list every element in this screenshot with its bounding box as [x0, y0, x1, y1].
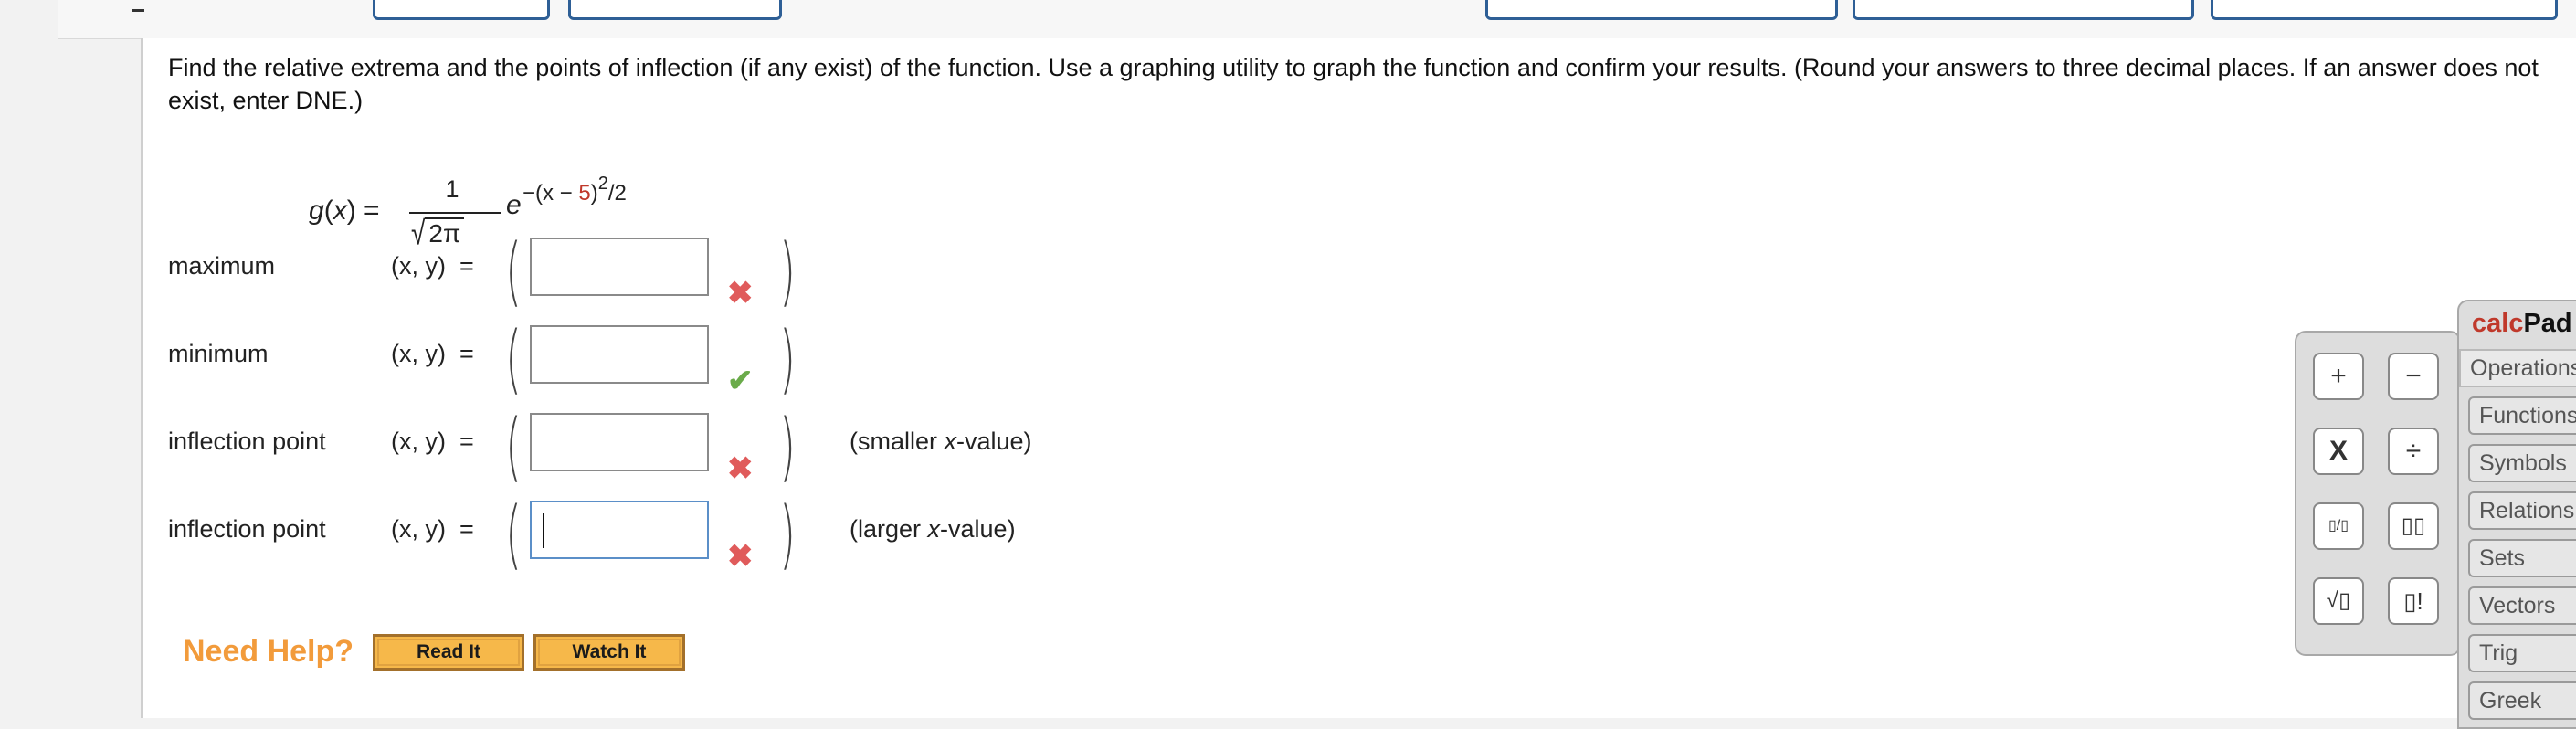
question-panel: Find the relative extrema and the points…	[141, 38, 2576, 718]
tab-vectors[interactable]: Vectors	[2468, 586, 2576, 625]
left-paren: (	[505, 316, 522, 403]
exponent-shift: 5	[578, 181, 591, 206]
text-caret	[543, 513, 544, 548]
exponential-base: e	[506, 190, 522, 220]
tab-symbols[interactable]: Symbols	[2468, 444, 2576, 482]
calcpad-title-calc: calc	[2472, 309, 2524, 338]
tab-trig[interactable]: Trig	[2468, 634, 2576, 672]
equals-sign: =	[459, 340, 474, 367]
answer-row-maximum: maximum (x, y) = ( ✖ )	[143, 228, 1421, 315]
xy-text: (x, y)	[391, 252, 446, 280]
tab-relations[interactable]: Relations	[2468, 491, 2576, 530]
read-it-button[interactable]: Read It	[373, 634, 524, 671]
equals-sign: =	[459, 252, 474, 280]
exponent-prefix: −(x −	[523, 181, 579, 206]
watch-it-button[interactable]: Watch It	[533, 634, 685, 671]
left-paren: (	[505, 491, 522, 578]
toolbar-button[interactable]	[568, 0, 782, 20]
exponent-close: )	[590, 181, 598, 206]
note-variable: x	[944, 428, 957, 455]
row-label: maximum	[168, 252, 276, 280]
equals-sign: =	[364, 195, 380, 226]
maximum-answer-input[interactable]	[530, 238, 709, 296]
exponent: −(x − 5)2/2	[523, 174, 627, 206]
toolbar-button[interactable]	[1485, 0, 1838, 20]
factorial-button[interactable]: ▯!	[2388, 577, 2439, 625]
minimum-answer-input[interactable]	[530, 325, 709, 384]
xy-label: (x, y) =	[391, 252, 474, 280]
calcpad-operations-panel: + − X ÷ ▯/▯ ▯▯ √▯ ▯!	[2295, 331, 2461, 656]
note-variable: x	[927, 515, 941, 543]
tab-greek[interactable]: Greek	[2468, 681, 2576, 720]
xy-text: (x, y)	[391, 428, 446, 455]
x-mark-icon: ✖	[727, 539, 754, 574]
equals-sign: =	[459, 515, 474, 543]
answer-row-minimum: minimum (x, y) = ( ✔ )	[143, 316, 1421, 403]
function-name: g	[309, 195, 324, 226]
plus-button[interactable]: +	[2313, 353, 2364, 400]
toolbar-button[interactable]	[2211, 0, 2558, 20]
function-arg: x	[333, 195, 347, 226]
left-paren: (	[505, 404, 522, 491]
function-lhs: g(x) =	[309, 195, 380, 226]
toolbar-button[interactable]	[373, 0, 550, 20]
note-text: -value)	[956, 428, 1032, 455]
note-text: -value)	[940, 515, 1016, 543]
left-paren: (	[505, 228, 522, 315]
fraction-numerator: 1	[445, 175, 459, 203]
xy-label: (x, y) =	[391, 515, 474, 544]
exponent-power: 2	[597, 174, 608, 194]
row-label: inflection point	[168, 428, 326, 455]
calcpad-title: calcPad	[2472, 309, 2572, 339]
multiply-button[interactable]: X	[2313, 428, 2364, 475]
x-mark-icon: ✖	[727, 451, 754, 486]
answer-row-inflection-smaller: inflection point (x, y) = ( ✖ ) (smaller…	[143, 404, 1421, 491]
inflection-larger-answer-input[interactable]	[530, 501, 709, 559]
tab-sets[interactable]: Sets	[2468, 539, 2576, 577]
x-mark-icon: ✖	[727, 276, 754, 311]
need-help-label: Need Help?	[183, 634, 354, 669]
right-paren: )	[779, 404, 796, 491]
calcpad-title-pad: Pad	[2523, 309, 2572, 338]
problem-statement: Find the relative extrema and the points…	[168, 54, 2539, 114]
exponent-suffix: /2	[607, 181, 627, 206]
divide-button[interactable]: ÷	[2388, 428, 2439, 475]
note-text: (smaller	[850, 428, 945, 455]
inflection-smaller-answer-input[interactable]	[530, 413, 709, 471]
answer-row-inflection-larger: inflection point (x, y) = ( ✖ ) (larger …	[143, 491, 1421, 578]
fraction-bar	[409, 212, 501, 214]
calcpad-tabs-panel: calcPad Operations Functions Symbols Rel…	[2457, 300, 2576, 729]
row-note: (larger x-value)	[850, 515, 1016, 544]
toolbar-button[interactable]	[1853, 0, 2194, 20]
row-note: (smaller x-value)	[850, 428, 1032, 456]
note-text: (larger	[850, 515, 928, 543]
toolbar-edge-mark	[132, 0, 144, 12]
top-toolbar-strip	[58, 0, 2576, 39]
right-paren: )	[779, 316, 796, 403]
power-button[interactable]: ▯▯	[2388, 502, 2439, 550]
xy-label: (x, y) =	[391, 340, 474, 368]
xy-label: (x, y) =	[391, 428, 474, 456]
minus-button[interactable]: −	[2388, 353, 2439, 400]
fraction-button[interactable]: ▯/▯	[2313, 502, 2364, 550]
row-label: inflection point	[168, 515, 326, 543]
right-paren: )	[779, 228, 796, 315]
xy-text: (x, y)	[391, 515, 446, 543]
equals-sign: =	[459, 428, 474, 455]
row-label: minimum	[168, 340, 269, 367]
xy-text: (x, y)	[391, 340, 446, 367]
tab-operations[interactable]: Operations	[2459, 349, 2576, 387]
right-paren: )	[779, 491, 796, 578]
check-mark-icon: ✔	[727, 364, 754, 398]
sqrt-button[interactable]: √▯	[2313, 577, 2364, 625]
tab-functions[interactable]: Functions	[2468, 396, 2576, 435]
